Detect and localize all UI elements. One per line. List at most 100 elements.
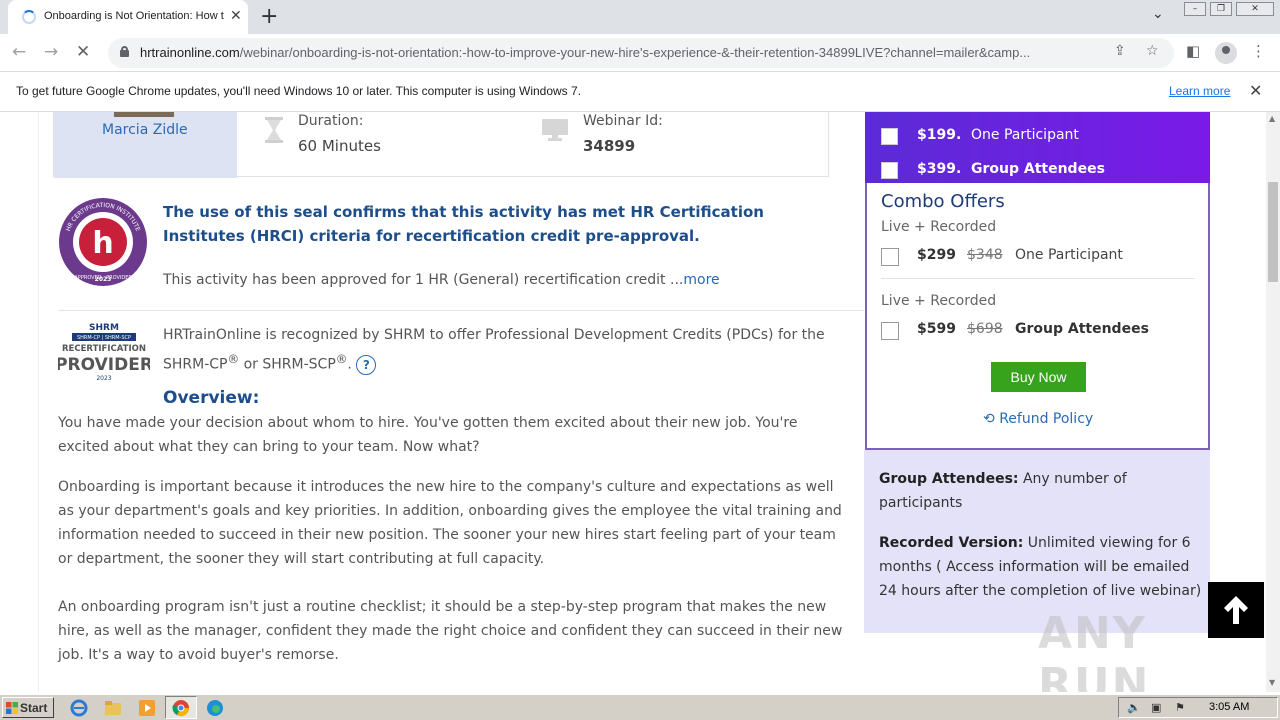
combo-price: $599 — [917, 321, 956, 337]
back-arrow-icon[interactable]: ← — [12, 42, 26, 62]
price-checkbox[interactable] — [881, 162, 898, 179]
combo-option-one-participant[interactable]: $299 $348 One Participant — [881, 245, 1196, 269]
chrome-taskbar-button[interactable] — [165, 696, 197, 719]
scroll-down-icon[interactable]: ▼ — [1269, 678, 1275, 687]
hrci-credit-sentence: This activity has been approved for 1 HR… — [163, 272, 684, 288]
hrci-seal-letter: h — [92, 226, 113, 261]
watermark-text: ANY RUN — [1038, 608, 1151, 692]
start-label: Start — [20, 701, 48, 715]
infobar-close-icon[interactable]: ✕ — [1249, 81, 1262, 100]
windows-taskbar: Start 🔈 ▣ ⚑ 3:05 AM — [0, 694, 1280, 720]
combo-label: One Participant — [1015, 247, 1123, 263]
system-tray: 🔈 ▣ ⚑ 3:05 AM — [1118, 697, 1278, 718]
combo-checkbox[interactable] — [881, 248, 899, 266]
new-tab-icon[interactable]: + — [260, 4, 278, 29]
webinar-info-card: Marcia Zidle Duration: 60 Minutes Webina… — [53, 112, 829, 178]
section-divider — [58, 310, 864, 311]
edge-icon[interactable] — [206, 699, 224, 717]
loading-spinner-icon — [22, 10, 36, 24]
action-center-flag-icon[interactable]: ⚑ — [1175, 701, 1185, 714]
combo-subtitle: Live + Recorded — [881, 293, 997, 309]
internet-explorer-icon[interactable] — [70, 699, 88, 717]
close-window-icon[interactable]: ✕ — [1236, 2, 1274, 16]
help-question-icon[interactable]: ? — [356, 354, 377, 375]
hrci-more-link[interactable]: more — [683, 272, 719, 288]
scroll-up-icon[interactable]: ▲ — [1269, 114, 1275, 123]
url-text[interactable]: hrtrainonline.com/webinar/onboarding-is-… — [140, 45, 1100, 60]
price-amount: $199. — [917, 127, 962, 143]
page-scrollbar[interactable]: ▲ ▼ — [1266, 112, 1280, 692]
learn-more-link[interactable]: Learn more — [1169, 84, 1230, 98]
combo-old-price: $698 — [967, 321, 1003, 337]
windows-flag-icon — [6, 702, 18, 714]
combo-offers-panel: Combo Offers Live + Recorded $299 $348 O… — [865, 183, 1210, 450]
browser-tab[interactable]: Onboarding is Not Orientation: How to Im… — [8, 0, 248, 34]
shrm-logo-recert: RECERTIFICATION — [62, 344, 146, 354]
webinar-id-value: 34899 — [583, 137, 636, 155]
hrci-seal-provider: PROVIDER — [106, 275, 132, 281]
group-attendees-note: Group Attendees: Any number of participa… — [879, 467, 1204, 515]
browser-tab-strip: Onboarding is Not Orientation: How to Im… — [0, 0, 1280, 34]
overview-heading: Overview: — [163, 388, 260, 408]
url-path: /webinar/onboarding-is-not-orientation:-… — [239, 45, 1031, 60]
profile-avatar-icon[interactable] — [1215, 42, 1237, 64]
webinar-id-label: Webinar Id: — [583, 113, 663, 129]
combo-divider — [881, 278, 1195, 279]
monitor-icon — [542, 119, 568, 141]
tab-close-icon[interactable]: ✕ — [230, 8, 242, 24]
combo-offers-title: Combo Offers — [881, 191, 1005, 212]
update-infobar: To get future Google Chrome updates, you… — [0, 72, 1280, 112]
forward-arrow-icon[interactable]: → — [44, 42, 58, 62]
lock-icon[interactable] — [120, 46, 129, 57]
speaker-name-link[interactable]: Marcia Zidle — [102, 122, 188, 138]
buy-now-button[interactable]: Buy Now — [991, 362, 1086, 392]
tab-title: Onboarding is Not Orientation: How to Im… — [44, 10, 224, 22]
network-icon[interactable]: ▣ — [1151, 701, 1161, 714]
speaker-box: Marcia Zidle — [54, 112, 237, 178]
start-button[interactable]: Start — [2, 697, 54, 718]
price-label: Group Attendees — [971, 161, 1105, 177]
price-option-one-participant[interactable]: $199. One Participant — [865, 125, 1210, 149]
price-label: One Participant — [971, 127, 1079, 143]
media-player-icon[interactable] — [138, 699, 156, 717]
price-amount: $399. — [917, 161, 962, 177]
minimize-window-icon[interactable]: – — [1184, 2, 1206, 16]
page-viewport: Marcia Zidle Duration: 60 Minutes Webina… — [0, 112, 1266, 692]
shrm-logo-year: 2023 — [96, 375, 111, 382]
price-checkbox[interactable] — [881, 128, 898, 145]
stop-loading-icon[interactable]: ✕ — [76, 42, 90, 62]
system-clock[interactable]: 3:05 AM — [1209, 701, 1249, 713]
file-explorer-icon[interactable] — [104, 699, 122, 717]
refund-policy-label: Refund Policy — [999, 411, 1094, 427]
shrm-text: HRTrainOnline is recognized by SHRM to o… — [163, 323, 853, 377]
hrci-credit-text: This activity has been approved for 1 HR… — [163, 272, 720, 288]
shrm-provider-logo: SHRM SHRM-CP | SHRM-SCP RECERTIFICATION … — [58, 323, 150, 382]
combo-checkbox[interactable] — [881, 322, 899, 340]
refresh-icon: ⟲ — [983, 411, 995, 427]
registered-mark: ® — [335, 352, 348, 366]
combo-option-group-attendees[interactable]: $599 $698 Group Attendees — [881, 319, 1196, 343]
browser-toolbar: ← → ✕ hrtrainonline.com/webinar/onboardi… — [0, 34, 1280, 72]
tab-search-chevron-icon[interactable]: ⌄ — [1152, 6, 1164, 22]
chrome-icon — [172, 700, 190, 717]
recorded-version-note: Recorded Version: Unlimited viewing for … — [879, 531, 1204, 603]
share-icon[interactable]: ⇪ — [1114, 43, 1126, 59]
pricing-options-panel: $199. One Participant $399. Group Attend… — [865, 112, 1210, 183]
shrm-text-part2: or SHRM-SCP — [239, 356, 336, 373]
url-host: hrtrainonline.com — [140, 45, 240, 60]
infobar-message: To get future Google Chrome updates, you… — [16, 84, 582, 98]
refund-policy-link[interactable]: ⟲ Refund Policy — [983, 411, 1093, 427]
combo-label: Group Attendees — [1015, 321, 1149, 337]
chrome-menu-icon[interactable]: ⋮ — [1251, 42, 1266, 60]
restore-window-icon[interactable]: ❐ — [1210, 2, 1232, 16]
side-panel-icon[interactable]: ◧ — [1186, 42, 1200, 60]
note-title: Group Attendees: — [879, 471, 1019, 487]
address-bar[interactable]: hrtrainonline.com/webinar/onboarding-is-… — [108, 38, 1174, 68]
note-title: Recorded Version: — [879, 535, 1024, 551]
volume-icon[interactable]: 🔈 — [1127, 701, 1141, 714]
bookmark-star-icon[interactable]: ☆ — [1146, 43, 1159, 59]
scroll-thumb[interactable] — [1268, 182, 1278, 282]
combo-subtitle: Live + Recorded — [881, 219, 997, 235]
price-option-group-attendees[interactable]: $399. Group Attendees — [865, 159, 1210, 183]
hourglass-icon — [265, 117, 283, 143]
